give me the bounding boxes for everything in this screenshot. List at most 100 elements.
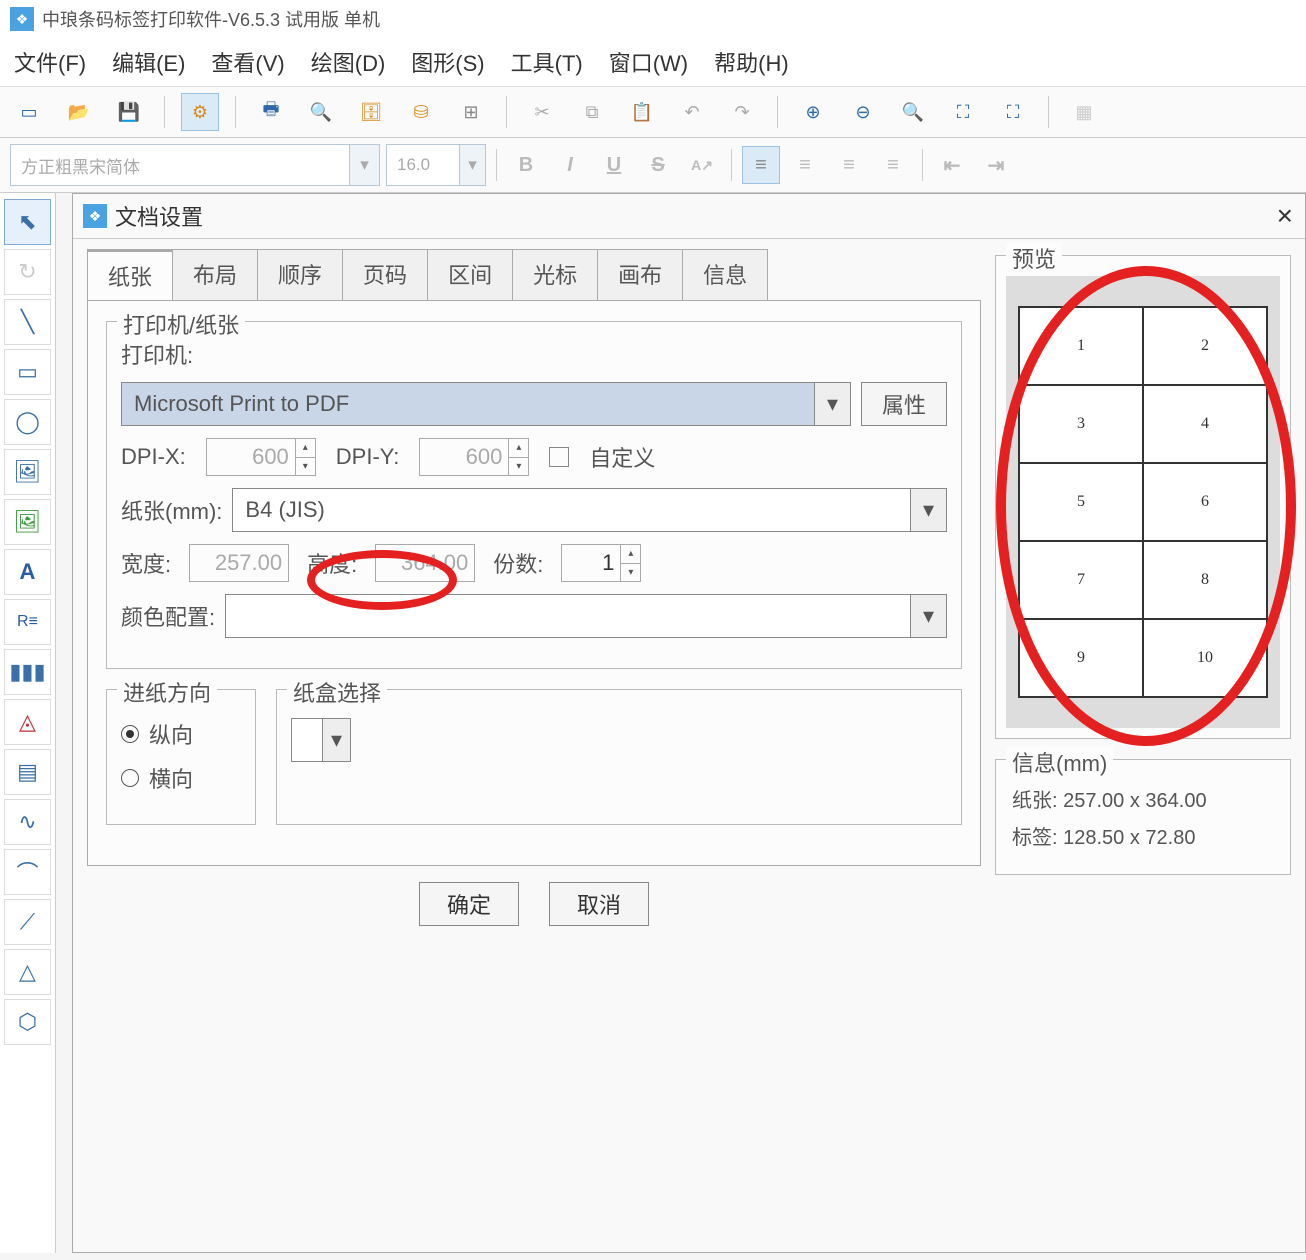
zoom-in-icon[interactable]: ⊕ bbox=[794, 93, 832, 131]
preview-icon[interactable]: 🔍 bbox=[302, 93, 340, 131]
print-icon[interactable]: 🖶 bbox=[252, 93, 290, 131]
landscape-radio[interactable] bbox=[121, 769, 139, 787]
polyline-tool-icon[interactable]: ⟋ bbox=[4, 899, 51, 945]
custom-checkbox[interactable] bbox=[549, 447, 569, 467]
copies-input[interactable]: 1 bbox=[561, 544, 621, 582]
dpi-x-spinner[interactable]: ▴▾ bbox=[296, 438, 316, 476]
align-right-icon[interactable]: ≡ bbox=[830, 146, 868, 184]
fit-window-icon[interactable]: ⛶ bbox=[944, 93, 982, 131]
layers-icon[interactable]: ▦ bbox=[1065, 93, 1103, 131]
height-input[interactable]: 364.00 bbox=[375, 544, 475, 582]
underline-icon[interactable]: U bbox=[595, 146, 633, 184]
undo-icon[interactable]: ↶ bbox=[673, 93, 711, 131]
italic-icon[interactable]: I bbox=[551, 146, 589, 184]
save-icon[interactable]: 💾 bbox=[110, 93, 148, 131]
paste-icon[interactable]: 📋 bbox=[623, 93, 661, 131]
copies-spinner[interactable]: ▴▾ bbox=[621, 544, 641, 582]
menu-edit[interactable]: 编辑(E) bbox=[112, 46, 185, 78]
pan-tool-icon[interactable]: ↻ bbox=[4, 249, 51, 295]
rect-tool-icon[interactable]: ▭ bbox=[4, 349, 51, 395]
portrait-radio[interactable] bbox=[121, 725, 139, 743]
superscript-icon[interactable]: A↗ bbox=[683, 146, 721, 184]
menu-draw[interactable]: 绘图(D) bbox=[311, 46, 386, 78]
portrait-label: 纵向 bbox=[149, 718, 193, 750]
qr-tool-icon[interactable]: ◬ bbox=[4, 699, 51, 745]
indent-right-icon[interactable]: ⇥ bbox=[977, 146, 1015, 184]
landscape-label: 横向 bbox=[149, 762, 193, 794]
arc-tool-icon[interactable]: ⌒ bbox=[4, 849, 51, 895]
color-config-label: 颜色配置: bbox=[121, 600, 215, 632]
cut-icon[interactable]: ✂ bbox=[523, 93, 561, 131]
dpi-y-input[interactable]: 600 bbox=[419, 438, 509, 476]
properties-button[interactable]: 属性 bbox=[861, 382, 947, 426]
printer-section-label: 打印机/纸张 bbox=[117, 308, 245, 340]
tab-canvas[interactable]: 画布 bbox=[597, 249, 683, 300]
menu-shape[interactable]: 图形(S) bbox=[411, 46, 484, 78]
info-label-line: 标签: 128.50 x 72.80 bbox=[1012, 821, 1274, 850]
polygon-tool-icon[interactable]: ⬡ bbox=[4, 999, 51, 1045]
shape-tool-icon[interactable]: ▤ bbox=[4, 749, 51, 795]
font-family-select[interactable]: 方正粗黑宋简体 ▾ bbox=[10, 144, 380, 186]
image-tool-icon[interactable]: 🖼 bbox=[4, 449, 51, 495]
database-icon[interactable]: 🗄 bbox=[352, 93, 390, 131]
zoom-fit-icon[interactable]: 🔍 bbox=[894, 93, 932, 131]
new-icon[interactable]: ▭ bbox=[10, 93, 48, 131]
font-size-select[interactable]: 16.0 ▾ bbox=[386, 144, 486, 186]
preview-cell: 4 bbox=[1143, 385, 1267, 463]
menu-view[interactable]: 查看(V) bbox=[211, 46, 284, 78]
width-input[interactable]: 257.00 bbox=[189, 544, 289, 582]
dialog-container: ❖ 文档设置 × 纸张 布局 顺序 页码 区间 光标 画布 信息 bbox=[56, 193, 1306, 1253]
strike-icon[interactable]: S bbox=[639, 146, 677, 184]
cancel-button[interactable]: 取消 bbox=[549, 882, 649, 926]
dropdown-icon: ▾ bbox=[459, 145, 485, 185]
printer-select[interactable]: Microsoft Print to PDF ▾ bbox=[121, 382, 851, 426]
custom-label: 自定义 bbox=[589, 441, 655, 473]
triangle-tool-icon[interactable]: △ bbox=[4, 949, 51, 995]
redo-icon[interactable]: ↷ bbox=[723, 93, 761, 131]
menu-tool[interactable]: 工具(T) bbox=[511, 46, 583, 78]
indent-left-icon[interactable]: ⇤ bbox=[933, 146, 971, 184]
picture-tool-icon[interactable]: 🖼 bbox=[4, 499, 51, 545]
align-justify-icon[interactable]: ≡ bbox=[874, 146, 912, 184]
dpi-x-input[interactable]: 600 bbox=[206, 438, 296, 476]
open-icon[interactable]: 📂 bbox=[60, 93, 98, 131]
ellipse-tool-icon[interactable]: ◯ bbox=[4, 399, 51, 445]
copy-icon[interactable]: ⧉ bbox=[573, 93, 611, 131]
grid-icon[interactable]: ⊞ bbox=[452, 93, 490, 131]
tray-select[interactable]: ▾ bbox=[291, 718, 351, 762]
zoom-out-icon[interactable]: ⊖ bbox=[844, 93, 882, 131]
cursor-tool-icon[interactable]: ⬉ bbox=[4, 199, 51, 245]
paper-size-select[interactable]: B4 (JIS) ▾ bbox=[232, 488, 947, 532]
barcode-tool-icon[interactable]: ▮▮▮ bbox=[4, 649, 51, 695]
db-link-icon[interactable]: ⛁ bbox=[402, 93, 440, 131]
tab-paper[interactable]: 纸张 bbox=[87, 249, 173, 300]
tab-order[interactable]: 顺序 bbox=[257, 249, 343, 300]
preview-canvas: 1 2 3 4 5 6 bbox=[1006, 276, 1280, 728]
tab-info[interactable]: 信息 bbox=[682, 249, 768, 300]
menu-window[interactable]: 窗口(W) bbox=[609, 46, 688, 78]
color-config-select[interactable]: ▾ bbox=[225, 594, 947, 638]
tab-range[interactable]: 区间 bbox=[427, 249, 513, 300]
dialog-tabs: 纸张 布局 顺序 页码 区间 光标 画布 信息 bbox=[87, 249, 981, 301]
dpi-y-spinner[interactable]: ▴▾ bbox=[509, 438, 529, 476]
feed-tray-row: 进纸方向 纵向 横向 纸 bbox=[106, 689, 962, 845]
fullscreen-icon[interactable]: ⛶ bbox=[994, 93, 1032, 131]
tab-layout[interactable]: 布局 bbox=[172, 249, 258, 300]
bold-icon[interactable]: B bbox=[507, 146, 545, 184]
menu-file[interactable]: 文件(F) bbox=[14, 46, 86, 78]
curve-tool-icon[interactable]: ∿ bbox=[4, 799, 51, 845]
close-icon[interactable]: × bbox=[1277, 200, 1293, 232]
align-left-icon[interactable]: ≡ bbox=[742, 146, 780, 184]
separator bbox=[496, 149, 497, 181]
ok-button[interactable]: 确定 bbox=[419, 882, 519, 926]
tab-page[interactable]: 页码 bbox=[342, 249, 428, 300]
separator bbox=[1048, 96, 1049, 128]
align-center-icon[interactable]: ≡ bbox=[786, 146, 824, 184]
settings-icon[interactable]: ⚙ bbox=[181, 93, 219, 131]
size-placeholder: 16.0 bbox=[397, 155, 430, 175]
richtext-tool-icon[interactable]: R≡ bbox=[4, 599, 51, 645]
line-tool-icon[interactable]: ╲ bbox=[4, 299, 51, 345]
tab-cursor[interactable]: 光标 bbox=[512, 249, 598, 300]
text-tool-icon[interactable]: A bbox=[4, 549, 51, 595]
menu-help[interactable]: 帮助(H) bbox=[714, 46, 789, 78]
